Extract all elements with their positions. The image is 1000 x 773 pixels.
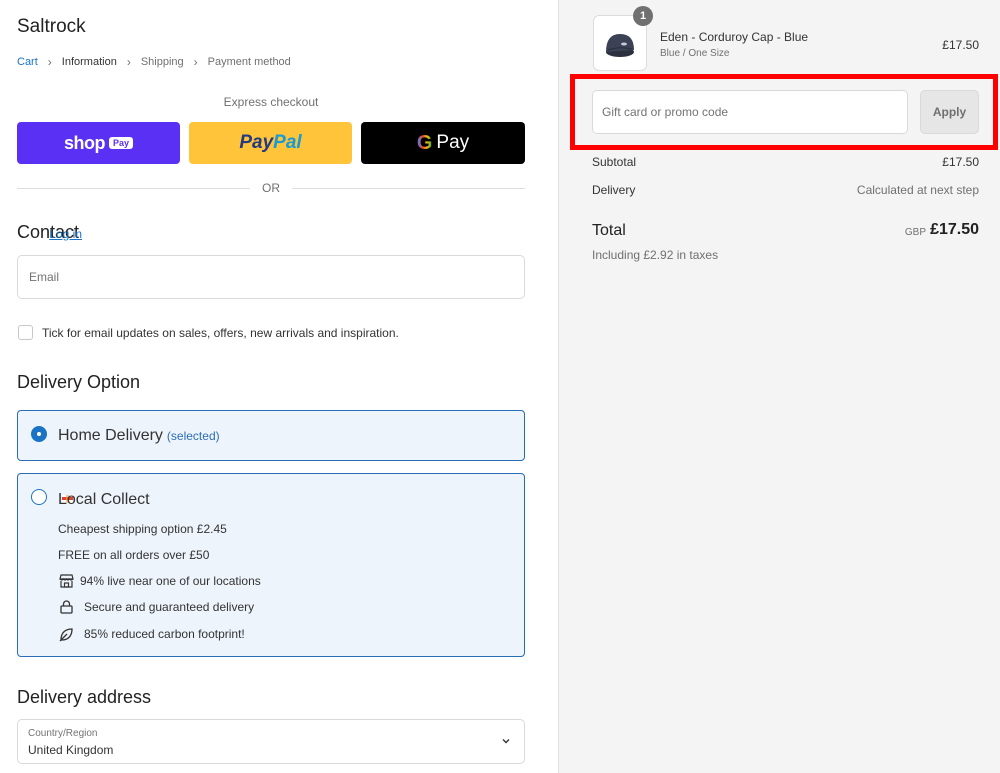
store-name[interactable]: Saltrock bbox=[17, 16, 86, 38]
divider-right bbox=[292, 188, 525, 189]
lock-icon bbox=[58, 599, 74, 615]
shop-pay-button[interactable]: shop Pay bbox=[17, 122, 180, 164]
tax-note: Including £2.92 in taxes bbox=[592, 248, 719, 262]
login-link[interactable]: Log in bbox=[49, 227, 82, 241]
quantity-badge: 1 bbox=[633, 6, 653, 26]
paypal-logo-pay: Pay bbox=[239, 132, 274, 153]
google-pay-button[interactable]: G Pay bbox=[361, 122, 525, 164]
marketing-checkbox-label: Tick for email updates on sales, offers,… bbox=[42, 326, 399, 340]
product-name: Eden - Corduroy Cap - Blue bbox=[660, 30, 809, 44]
total-currency: GBP bbox=[904, 227, 926, 238]
local-collect-radio[interactable] bbox=[31, 489, 47, 505]
collect-line-text: Secure and guaranteed delivery bbox=[84, 600, 255, 614]
email-field[interactable] bbox=[17, 255, 525, 299]
collect-line: 94% live near one of our locations bbox=[58, 573, 261, 589]
collect-line: Cheapest shipping option £2.45 bbox=[58, 522, 227, 536]
express-checkout-label: Express checkout bbox=[223, 95, 319, 109]
apply-button[interactable]: Apply bbox=[920, 90, 979, 134]
home-delivery-radio[interactable] bbox=[31, 426, 47, 442]
breadcrumb: Cart › Information › Shipping › Payment … bbox=[17, 55, 291, 69]
local-collect-option[interactable]: Local Collect Cheapest shipping option £… bbox=[17, 473, 525, 657]
breadcrumb-cart[interactable]: Cart bbox=[17, 56, 38, 68]
country-select[interactable]: Country/Region United Kingdom bbox=[17, 719, 525, 764]
chevron-right-icon: › bbox=[47, 55, 52, 69]
collect-line: Secure and guaranteed delivery bbox=[58, 599, 254, 615]
product-price: £17.50 bbox=[942, 38, 979, 52]
chevron-right-icon: › bbox=[126, 55, 131, 69]
google-pay-logo: G Pay bbox=[417, 132, 469, 155]
delivery-label: Delivery bbox=[592, 183, 636, 197]
chevron-down-icon bbox=[502, 739, 510, 744]
collect-line: 85% reduced carbon footprint! bbox=[58, 626, 245, 642]
breadcrumb-payment: Payment method bbox=[207, 56, 291, 68]
home-delivery-title: Home Delivery (selected) bbox=[58, 427, 220, 445]
country-label: Country/Region bbox=[28, 728, 98, 739]
selected-note: (selected) bbox=[166, 429, 220, 443]
paypal-button[interactable]: Pay Pal bbox=[189, 122, 352, 164]
delivery-value: Calculated at next step bbox=[856, 183, 979, 197]
total-value: £17.50 bbox=[930, 221, 979, 238]
breadcrumb-shipping: Shipping bbox=[140, 56, 184, 68]
checkout-form-panel: Saltrock Cart › Information › Shipping ›… bbox=[0, 0, 558, 773]
country-value: United Kingdom bbox=[28, 743, 114, 757]
google-pay-word: Pay bbox=[436, 132, 470, 153]
local-collect-label: Local Collect bbox=[58, 491, 150, 508]
delivery-option-title: Delivery Option bbox=[17, 372, 141, 392]
collect-line-text: 85% reduced carbon footprint! bbox=[84, 627, 245, 641]
collect-line-text: 94% live near one of our locations bbox=[80, 574, 261, 588]
collect-line-text: Cheapest shipping option £2.45 bbox=[58, 522, 227, 536]
breadcrumb-information: Information bbox=[61, 56, 117, 68]
delivery-address-title: Delivery address bbox=[17, 687, 152, 707]
home-delivery-option[interactable]: Home Delivery (selected) bbox=[17, 410, 525, 461]
subtotal-label: Subtotal bbox=[592, 155, 637, 169]
promo-code-input[interactable] bbox=[592, 90, 908, 134]
collect-line-text: FREE on all orders over £50 bbox=[58, 548, 210, 562]
shop-pay-logo: shop bbox=[63, 132, 106, 153]
total-label: Total bbox=[592, 222, 626, 239]
leaf-icon bbox=[58, 626, 74, 642]
paypal-logo-pal: Pal bbox=[273, 132, 302, 153]
shop-pay-tag: Pay bbox=[108, 137, 133, 149]
subtotal-value: £17.50 bbox=[942, 155, 979, 169]
collect-line: FREE on all orders over £50 bbox=[58, 548, 209, 562]
product-variant: Blue / One Size bbox=[660, 48, 730, 59]
chevron-right-icon: › bbox=[193, 55, 198, 69]
home-delivery-label: Home Delivery bbox=[58, 427, 163, 444]
marketing-checkbox[interactable] bbox=[18, 325, 33, 340]
google-g-icon: G bbox=[416, 131, 433, 154]
store-icon bbox=[58, 573, 74, 589]
